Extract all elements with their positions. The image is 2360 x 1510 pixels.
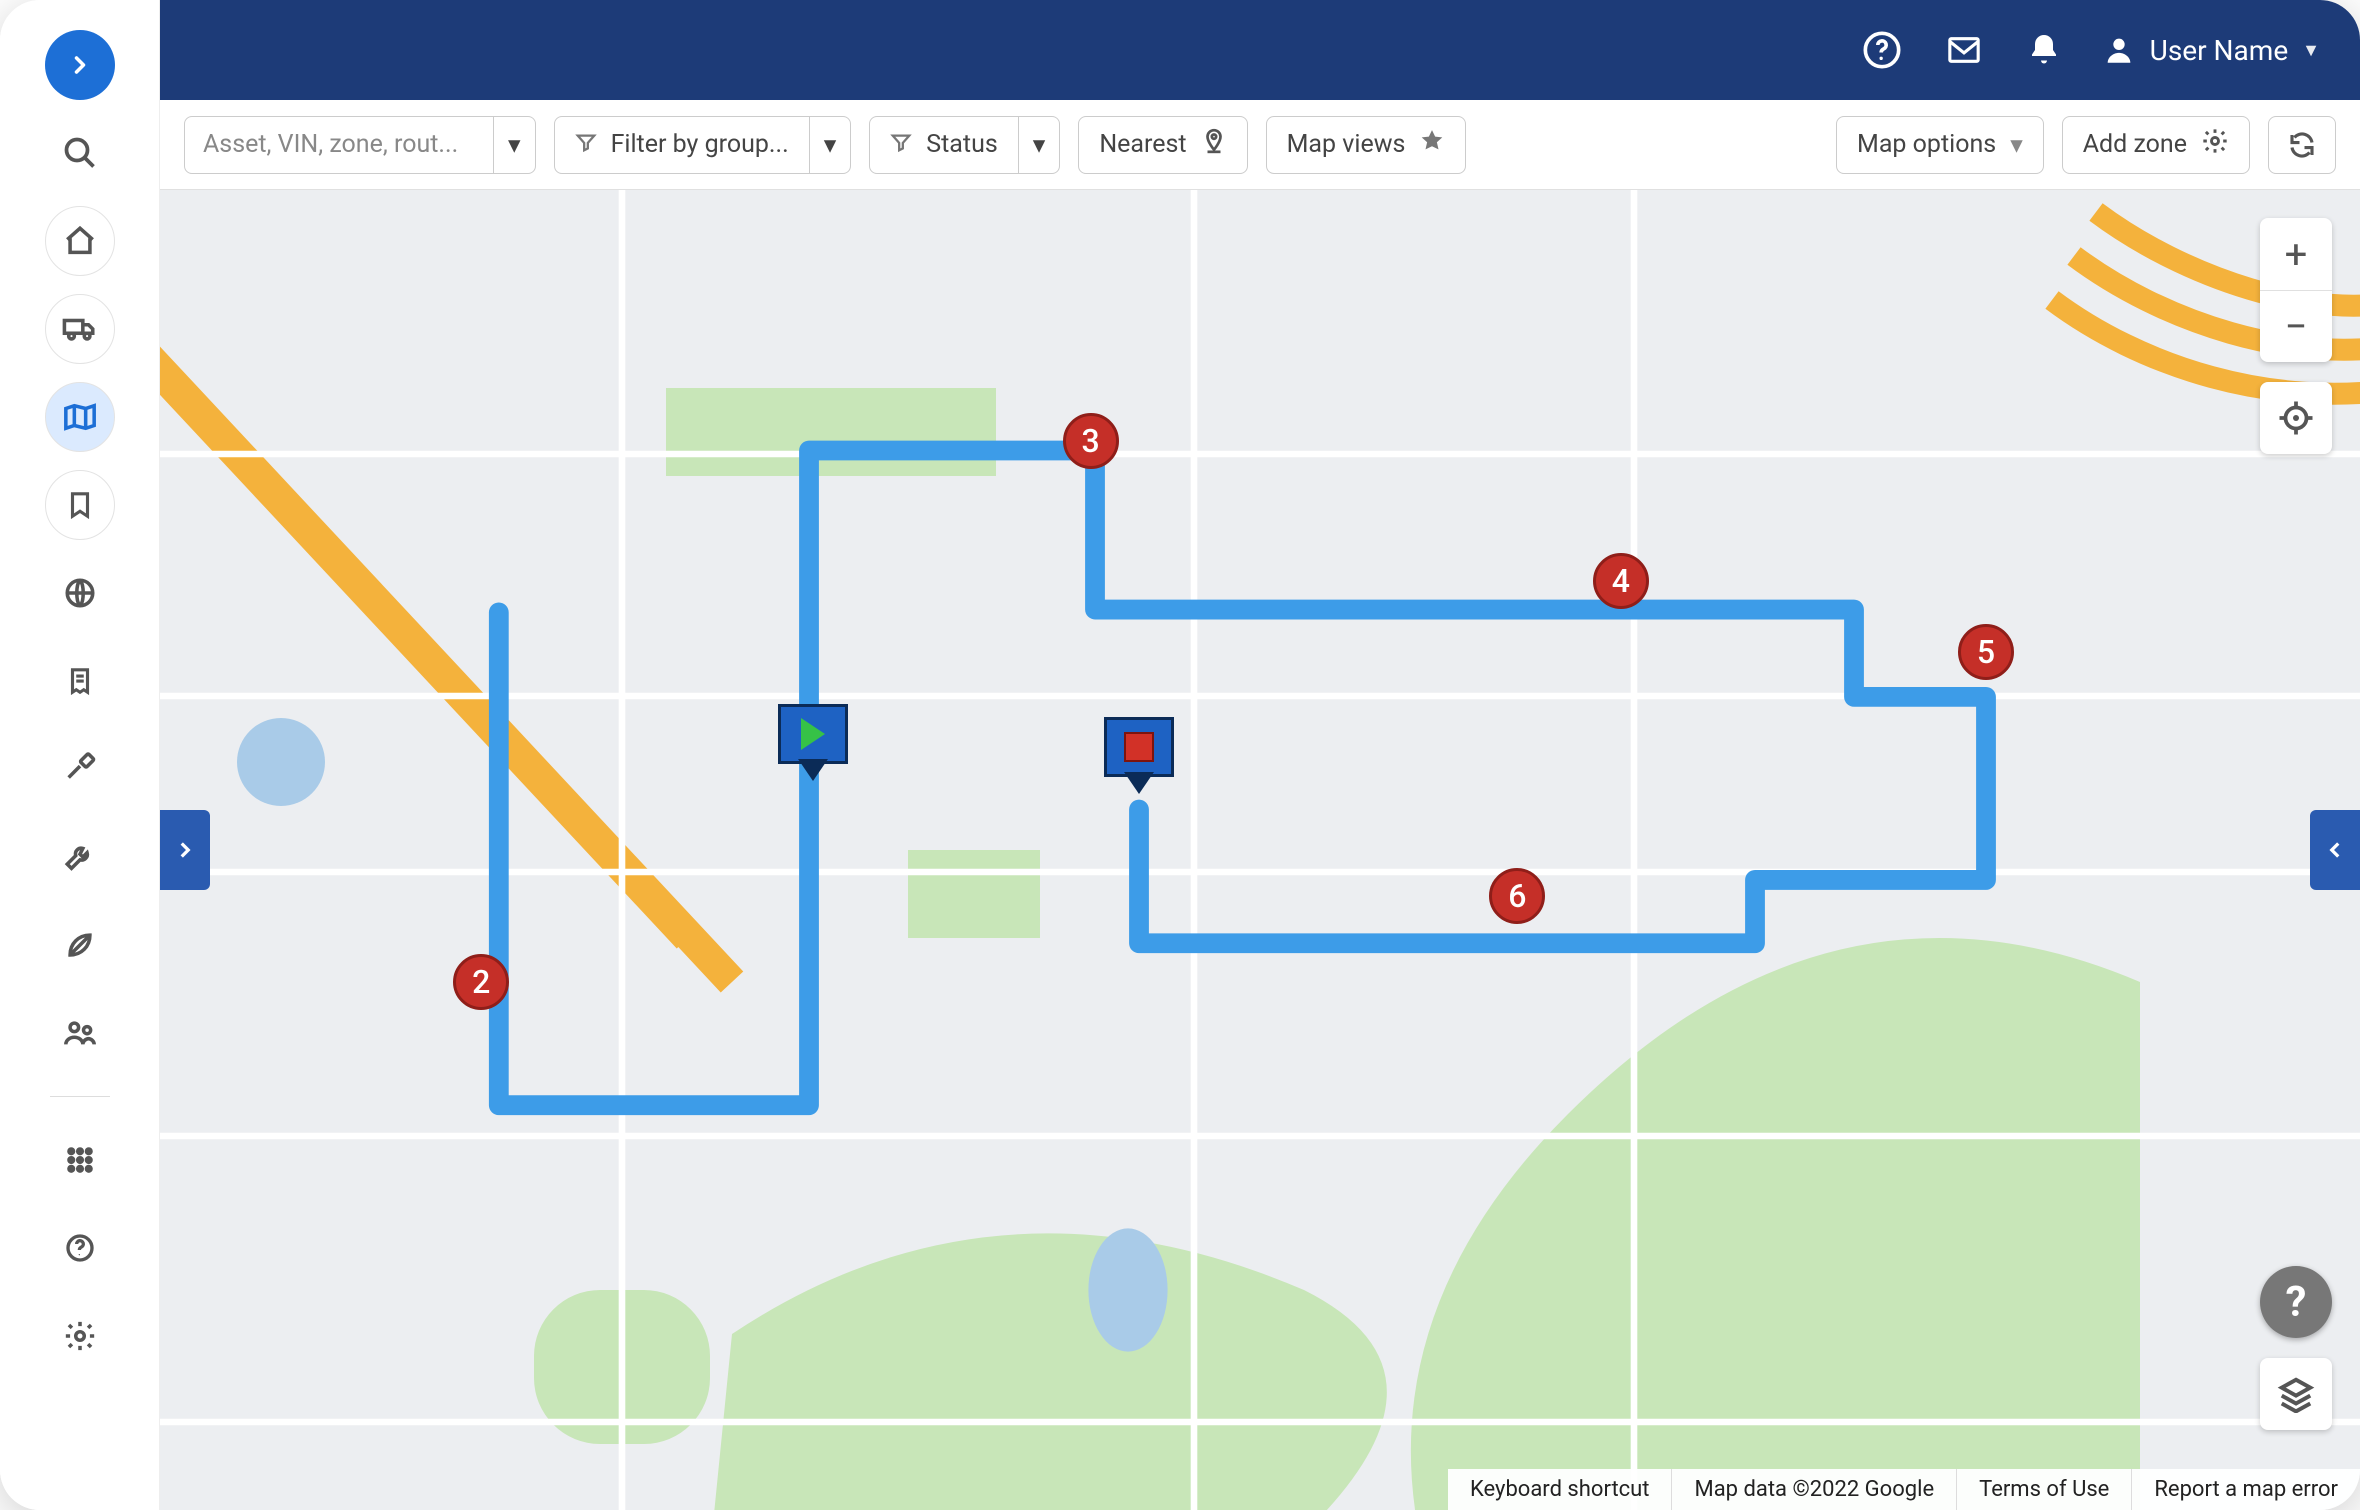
add-zone-button[interactable]: Add zone xyxy=(2062,116,2250,174)
layers-icon xyxy=(2277,1375,2315,1413)
add-zone-label: Add zone xyxy=(2083,130,2187,159)
settings-icon[interactable] xyxy=(45,1301,115,1371)
filter-group-dropdown[interactable]: ▾ xyxy=(810,116,852,174)
sidebar-expand-button[interactable] xyxy=(45,30,115,100)
gear-icon xyxy=(2201,127,2229,162)
keyboard-shortcut-link[interactable]: Keyboard shortcut xyxy=(1448,1469,1672,1510)
home-icon[interactable] xyxy=(45,206,115,276)
route-stop-marker[interactable]: 6 xyxy=(1489,868,1545,924)
route-stop-marker[interactable]: 3 xyxy=(1063,413,1119,469)
receipt-icon[interactable] xyxy=(45,646,115,716)
wrench-icon[interactable] xyxy=(45,822,115,892)
status-label: Status xyxy=(926,130,997,159)
map-canvas[interactable]: 2 3 4 5 6 + − ? xyxy=(160,190,2360,1510)
nearest-label: Nearest xyxy=(1099,130,1186,159)
map-views-button[interactable]: Map views xyxy=(1266,116,1467,174)
user-menu[interactable]: User Name ▼ xyxy=(2102,33,2320,67)
map-views-label: Map views xyxy=(1287,130,1406,159)
map-controls-bottom: ? xyxy=(2260,1266,2332,1430)
truck-icon[interactable] xyxy=(45,294,115,364)
apps-icon[interactable] xyxy=(45,1125,115,1195)
caret-down-icon: ▼ xyxy=(2302,40,2320,61)
map-help-button[interactable]: ? xyxy=(2260,1266,2332,1338)
panel-expand-right-button[interactable] xyxy=(2310,810,2360,890)
search-icon[interactable] xyxy=(45,118,115,188)
search-dropdown-button[interactable]: ▾ xyxy=(494,116,536,174)
topbar: User Name ▼ xyxy=(160,0,2360,100)
map-attribution: Keyboard shortcut Map data ©2022 Google … xyxy=(1448,1469,2360,1510)
caret-down-icon: ▾ xyxy=(2010,130,2023,160)
route-stop-marker[interactable]: 5 xyxy=(1958,624,2014,680)
people-icon[interactable] xyxy=(45,998,115,1068)
sidebar xyxy=(0,0,160,1510)
search-input[interactable]: Asset, VIN, zone, rout... xyxy=(184,116,494,174)
map-options-label: Map options xyxy=(1857,130,1996,159)
refresh-icon xyxy=(2287,130,2317,160)
route-end-pin[interactable] xyxy=(1104,717,1174,777)
route-start-pin[interactable] xyxy=(778,704,848,764)
layers-button[interactable] xyxy=(2260,1358,2332,1430)
funnel-icon xyxy=(890,131,912,159)
map-icon[interactable] xyxy=(45,382,115,452)
bookmark-icon[interactable] xyxy=(45,470,115,540)
help-circle-icon[interactable] xyxy=(1862,30,1902,70)
status-dropdown[interactable]: ▾ xyxy=(1019,116,1061,174)
filter-group-label: Filter by group... xyxy=(611,130,789,159)
map-background xyxy=(160,190,2360,1510)
search-group: Asset, VIN, zone, rout... ▾ xyxy=(184,116,536,174)
bell-icon[interactable] xyxy=(2026,30,2062,70)
report-error-link[interactable]: Report a map error xyxy=(2131,1469,2360,1510)
star-icon xyxy=(1419,128,1445,161)
terms-link[interactable]: Terms of Use xyxy=(1956,1469,2131,1510)
zoom-in-button[interactable]: + xyxy=(2260,218,2332,290)
help-icon[interactable] xyxy=(45,1213,115,1283)
sidebar-divider xyxy=(50,1096,110,1097)
filter-group-button[interactable]: Filter by group... xyxy=(554,116,810,174)
crosshair-icon xyxy=(2278,400,2314,436)
route-stop-marker[interactable]: 2 xyxy=(453,954,509,1010)
locate-button[interactable] xyxy=(2260,382,2332,454)
mail-icon[interactable] xyxy=(1942,33,1986,67)
zoom-out-button[interactable]: − xyxy=(2260,290,2332,362)
ruler-icon[interactable] xyxy=(45,734,115,804)
map-data-label: Map data ©2022 Google xyxy=(1671,1469,1956,1510)
funnel-icon xyxy=(575,131,597,159)
refresh-button[interactable] xyxy=(2268,116,2336,174)
user-name-label: User Name xyxy=(2150,34,2289,67)
status-group: Status ▾ xyxy=(869,116,1060,174)
map-controls: + − xyxy=(2260,218,2332,454)
filter-group-group: Filter by group... ▾ xyxy=(554,116,852,174)
route-stop-marker[interactable]: 4 xyxy=(1593,553,1649,609)
panel-expand-left-button[interactable] xyxy=(160,810,210,890)
location-pin-icon xyxy=(1201,128,1227,161)
user-icon xyxy=(2102,33,2136,67)
map-toolbar: Asset, VIN, zone, rout... ▾ Filter by gr… xyxy=(160,100,2360,190)
status-button[interactable]: Status xyxy=(869,116,1018,174)
globe-icon[interactable] xyxy=(45,558,115,628)
map-options-button[interactable]: Map options ▾ xyxy=(1836,116,2044,174)
nearest-button[interactable]: Nearest xyxy=(1078,116,1247,174)
leaf-icon[interactable] xyxy=(45,910,115,980)
